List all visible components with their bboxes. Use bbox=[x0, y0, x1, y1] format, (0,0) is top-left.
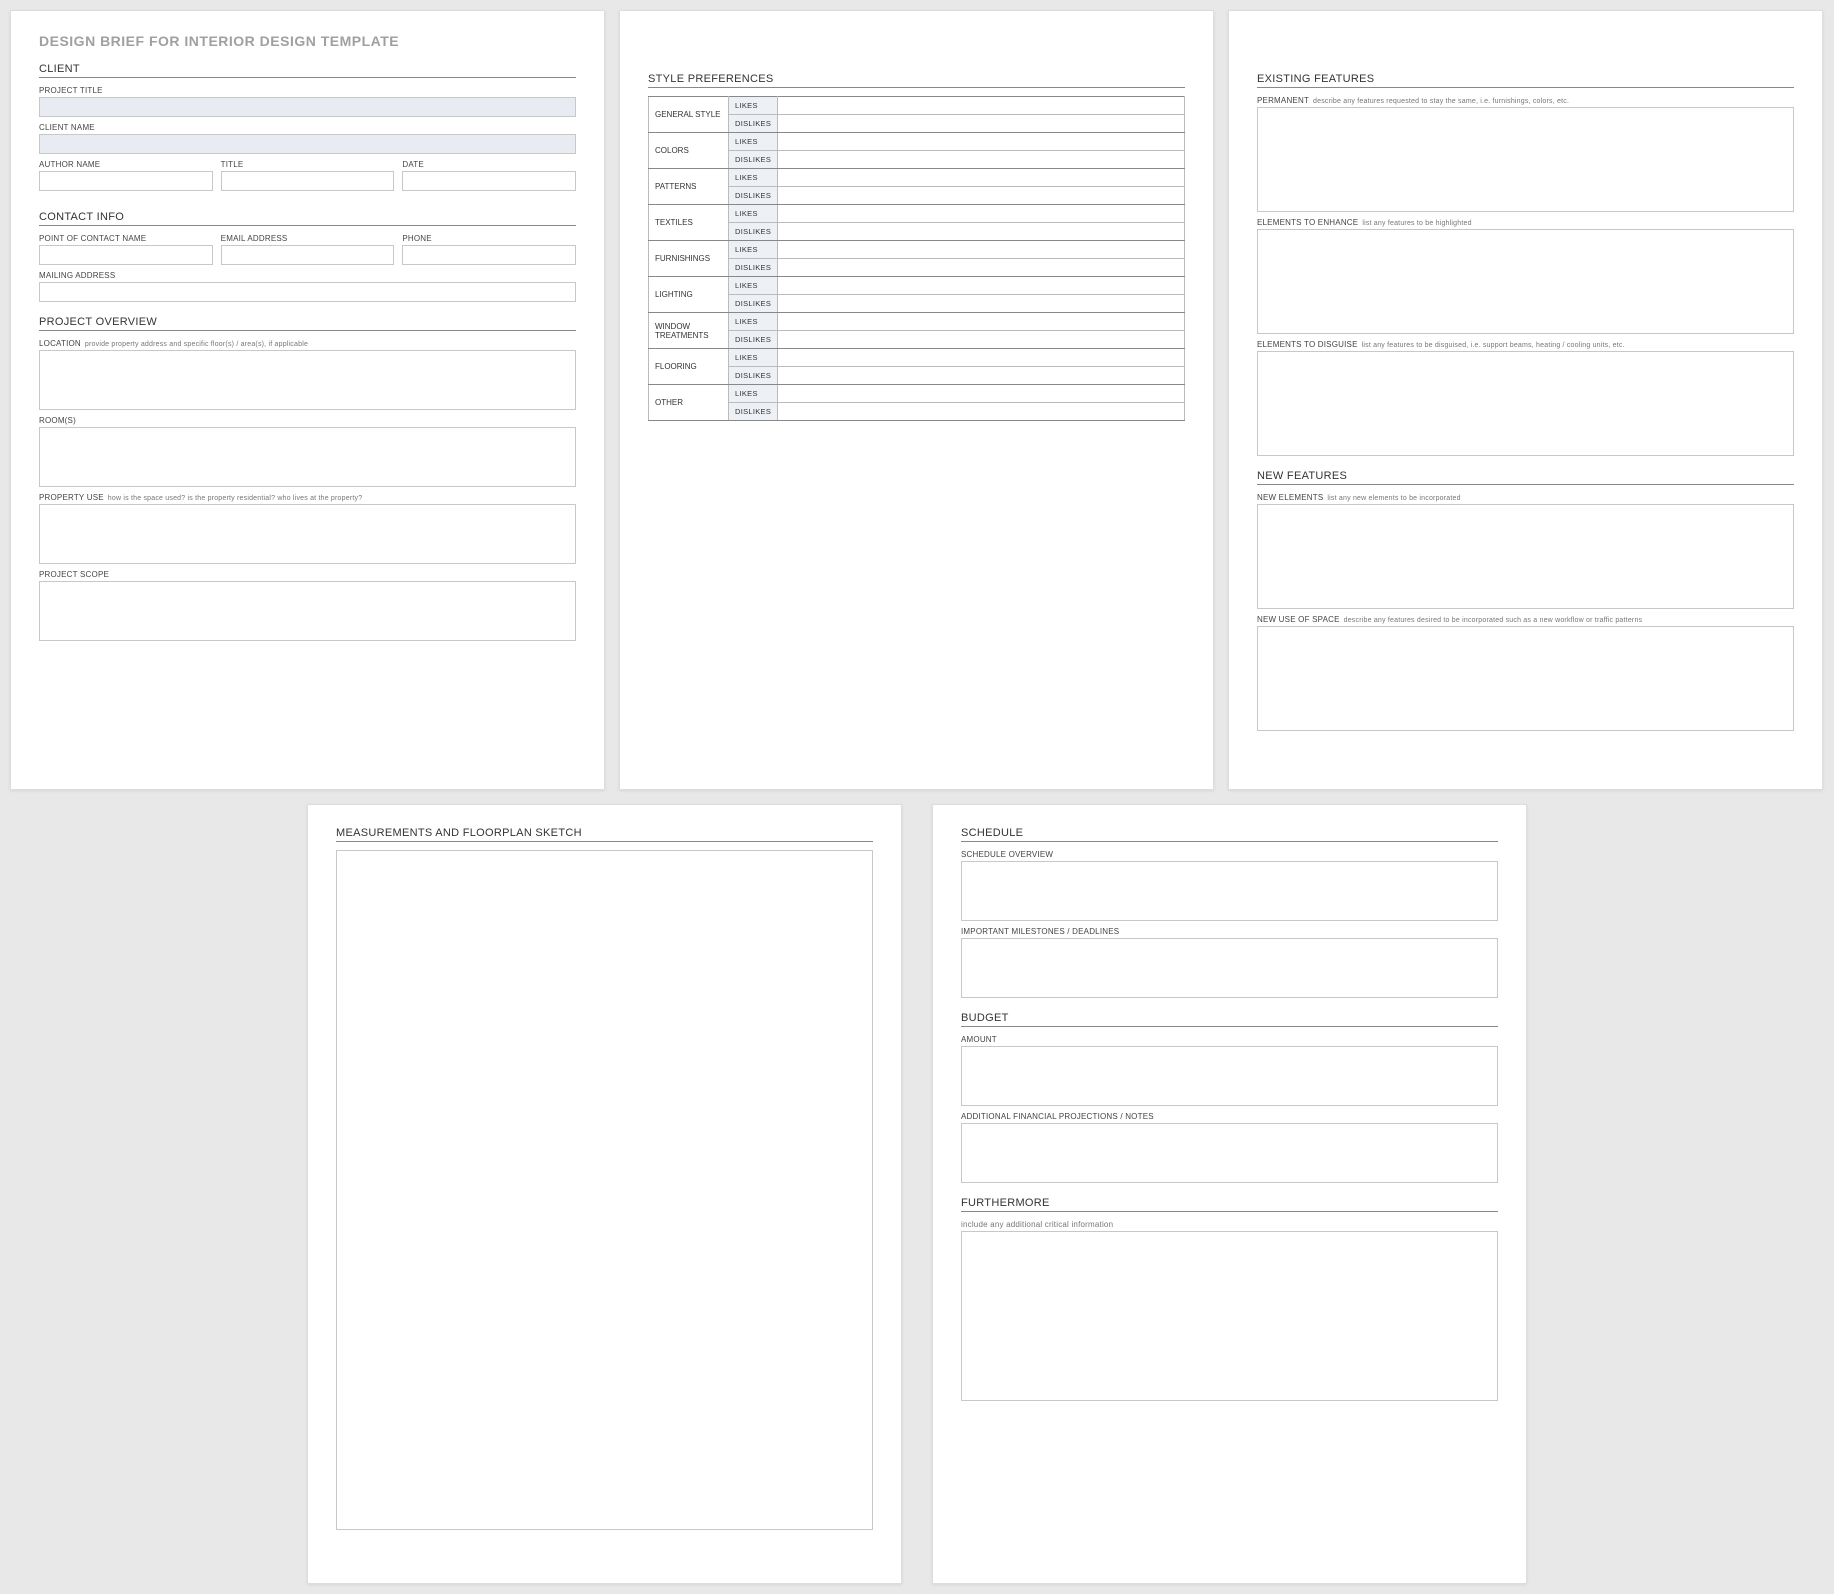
cat-window: WINDOW TREATMENTS bbox=[649, 313, 729, 349]
input-permanent[interactable] bbox=[1257, 107, 1794, 212]
input-new-use[interactable] bbox=[1257, 626, 1794, 731]
input-client-name[interactable] bbox=[39, 134, 576, 154]
input-general-dislikes[interactable] bbox=[778, 115, 1185, 133]
style-pref-table: GENERAL STYLELIKES DISLIKES COLORSLIKES … bbox=[648, 96, 1185, 421]
label-email: EMAIL ADDRESS bbox=[221, 234, 395, 243]
cat-lighting: LIGHTING bbox=[649, 277, 729, 313]
input-milestones[interactable] bbox=[961, 938, 1498, 998]
section-sketch: MEASUREMENTS AND FLOORPLAN SKETCH bbox=[336, 827, 873, 842]
sketch-area[interactable] bbox=[336, 850, 873, 1530]
label-furthermore-hint: include any additional critical informat… bbox=[961, 1220, 1498, 1229]
document-title: DESIGN BRIEF FOR INTERIOR DESIGN TEMPLAT… bbox=[39, 33, 576, 49]
input-patterns-likes[interactable] bbox=[778, 169, 1185, 187]
input-textiles-dislikes[interactable] bbox=[778, 223, 1185, 241]
input-window-dislikes[interactable] bbox=[778, 331, 1185, 349]
label-new-elements: NEW ELEMENTSlist any new elements to be … bbox=[1257, 493, 1794, 502]
input-scope[interactable] bbox=[39, 581, 576, 641]
section-contact: CONTACT INFO bbox=[39, 211, 576, 226]
page-1-client-overview: DESIGN BRIEF FOR INTERIOR DESIGN TEMPLAT… bbox=[10, 10, 605, 790]
page-4-sketch: MEASUREMENTS AND FLOORPLAN SKETCH bbox=[307, 804, 902, 1584]
input-author-name[interactable] bbox=[39, 171, 213, 191]
input-flooring-likes[interactable] bbox=[778, 349, 1185, 367]
label-rooms: ROOM(S) bbox=[39, 416, 576, 425]
label-author-name: AUTHOR NAME bbox=[39, 160, 213, 169]
input-date[interactable] bbox=[402, 171, 576, 191]
section-schedule: SCHEDULE bbox=[961, 827, 1498, 842]
input-amount[interactable] bbox=[961, 1046, 1498, 1106]
input-lighting-likes[interactable] bbox=[778, 277, 1185, 295]
label-title: TITLE bbox=[221, 160, 395, 169]
input-textiles-likes[interactable] bbox=[778, 205, 1185, 223]
page-3-features: EXISTING FEATURES PERMANENTdescribe any … bbox=[1228, 10, 1823, 790]
label-date: DATE bbox=[402, 160, 576, 169]
section-overview: PROJECT OVERVIEW bbox=[39, 316, 576, 331]
dislikes-label: DISLIKES bbox=[729, 115, 778, 133]
label-project-title: PROJECT TITLE bbox=[39, 86, 576, 95]
input-rooms[interactable] bbox=[39, 427, 576, 487]
input-furnishings-likes[interactable] bbox=[778, 241, 1185, 259]
input-lighting-dislikes[interactable] bbox=[778, 295, 1185, 313]
input-flooring-dislikes[interactable] bbox=[778, 367, 1185, 385]
input-general-likes[interactable] bbox=[778, 97, 1185, 115]
section-existing: EXISTING FEATURES bbox=[1257, 73, 1794, 88]
input-project-title[interactable] bbox=[39, 97, 576, 117]
label-milestones: IMPORTANT MILESTONES / DEADLINES bbox=[961, 927, 1498, 936]
page-5-schedule-budget: SCHEDULE SCHEDULE OVERVIEW IMPORTANT MIL… bbox=[932, 804, 1527, 1584]
input-colors-likes[interactable] bbox=[778, 133, 1185, 151]
likes-label: LIKES bbox=[729, 97, 778, 115]
cat-furnishings: FURNISHINGS bbox=[649, 241, 729, 277]
label-fin-notes: ADDITIONAL FINANCIAL PROJECTIONS / NOTES bbox=[961, 1112, 1498, 1121]
label-schedule-overview: SCHEDULE OVERVIEW bbox=[961, 850, 1498, 859]
cat-general: GENERAL STYLE bbox=[649, 97, 729, 133]
label-location: LOCATIONprovide property address and spe… bbox=[39, 339, 576, 348]
input-enhance[interactable] bbox=[1257, 229, 1794, 334]
input-furthermore[interactable] bbox=[961, 1231, 1498, 1401]
cat-patterns: PATTERNS bbox=[649, 169, 729, 205]
cat-other: OTHER bbox=[649, 385, 729, 421]
label-disguise: ELEMENTS TO DISGUISElist any features to… bbox=[1257, 340, 1794, 349]
input-phone[interactable] bbox=[402, 245, 576, 265]
input-location[interactable] bbox=[39, 350, 576, 410]
input-fin-notes[interactable] bbox=[961, 1123, 1498, 1183]
cat-textiles: TEXTILES bbox=[649, 205, 729, 241]
section-new: NEW FEATURES bbox=[1257, 470, 1794, 485]
cat-colors: COLORS bbox=[649, 133, 729, 169]
label-enhance: ELEMENTS TO ENHANCElist any features to … bbox=[1257, 218, 1794, 227]
input-title[interactable] bbox=[221, 171, 395, 191]
section-style: STYLE PREFERENCES bbox=[648, 73, 1185, 88]
cat-flooring: FLOORING bbox=[649, 349, 729, 385]
label-permanent: PERMANENTdescribe any features requested… bbox=[1257, 96, 1794, 105]
label-phone: PHONE bbox=[402, 234, 576, 243]
input-new-elements[interactable] bbox=[1257, 504, 1794, 609]
label-new-use: NEW USE OF SPACEdescribe any features de… bbox=[1257, 615, 1794, 624]
input-colors-dislikes[interactable] bbox=[778, 151, 1185, 169]
section-furthermore: FURTHERMORE bbox=[961, 1197, 1498, 1212]
input-mailing[interactable] bbox=[39, 282, 576, 302]
page-2-style-preferences: STYLE PREFERENCES GENERAL STYLELIKES DIS… bbox=[619, 10, 1214, 790]
input-patterns-dislikes[interactable] bbox=[778, 187, 1185, 205]
input-schedule-overview[interactable] bbox=[961, 861, 1498, 921]
input-other-likes[interactable] bbox=[778, 385, 1185, 403]
input-property-use[interactable] bbox=[39, 504, 576, 564]
label-scope: PROJECT SCOPE bbox=[39, 570, 576, 579]
label-amount: AMOUNT bbox=[961, 1035, 1498, 1044]
input-disguise[interactable] bbox=[1257, 351, 1794, 456]
input-window-likes[interactable] bbox=[778, 313, 1185, 331]
section-budget: BUDGET bbox=[961, 1012, 1498, 1027]
input-furnishings-dislikes[interactable] bbox=[778, 259, 1185, 277]
input-other-dislikes[interactable] bbox=[778, 403, 1185, 421]
label-mailing: MAILING ADDRESS bbox=[39, 271, 576, 280]
section-client: CLIENT bbox=[39, 63, 576, 78]
input-poc[interactable] bbox=[39, 245, 213, 265]
input-email[interactable] bbox=[221, 245, 395, 265]
label-property-use: PROPERTY USEhow is the space used? is th… bbox=[39, 493, 576, 502]
label-client-name: CLIENT NAME bbox=[39, 123, 576, 132]
label-poc: POINT OF CONTACT NAME bbox=[39, 234, 213, 243]
